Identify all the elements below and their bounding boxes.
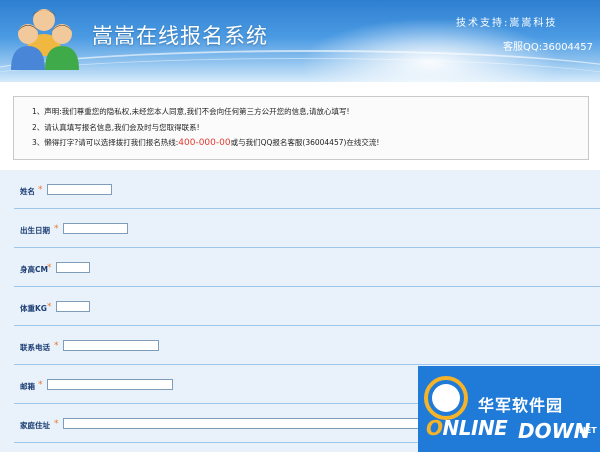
notice-text: 或与我们QQ报名客服(36004457)在线交流! xyxy=(230,138,380,147)
form-row-phone: 联系电话 * xyxy=(0,326,600,365)
watermark-logo: 华军软件园 ONLINE DOWN .NET xyxy=(418,366,600,452)
form-row-weight: 体重KG * xyxy=(0,287,600,326)
field-label: 联系电话 xyxy=(20,343,50,352)
notice-line: 3、懒得打字?请可以选择拨打我们报名热线:400-000-00或与我们QQ报名客… xyxy=(32,137,379,148)
field-label: 出生日期 xyxy=(20,226,50,235)
form-row-birthdate: 出生日期 * xyxy=(0,209,600,248)
page-title: 嵩嵩在线报名系统 xyxy=(92,24,268,48)
watermark-online-text: ONLINE xyxy=(426,416,508,440)
notice-line: 2、请认真填写报名信息,我们会及时与您取得联系! xyxy=(32,123,200,132)
required-star-icon: * xyxy=(38,380,43,390)
required-star-icon: * xyxy=(54,419,59,429)
required-star-icon: * xyxy=(54,341,59,351)
phone-input[interactable] xyxy=(63,340,159,351)
customer-service-qq: 客服QQ:36004457 xyxy=(503,42,594,53)
watermark-net-text: .NET xyxy=(576,426,597,435)
weight-input[interactable] xyxy=(56,301,90,312)
watermark-cn-text: 华军软件园 xyxy=(478,396,564,415)
field-label: 邮箱 xyxy=(20,382,35,391)
required-star-icon: * xyxy=(47,302,52,312)
hotline-number: 400-000-00 xyxy=(178,138,231,148)
required-star-icon: * xyxy=(38,185,43,195)
field-label: 姓名 xyxy=(20,187,35,196)
notice-box: 1、声明:我们尊重您的隐私权,未经您本人同意,我们不会向任何第三方公开您的信息,… xyxy=(13,96,589,160)
height-input[interactable] xyxy=(56,262,90,273)
users-icon xyxy=(11,9,79,70)
form-row-height: 身高CM * xyxy=(0,248,600,287)
header-banner: 嵩嵩在线报名系统 技术支持:嵩嵩科技 客服QQ:36004457 xyxy=(0,0,600,82)
address-input[interactable] xyxy=(63,418,423,429)
required-star-icon: * xyxy=(47,263,52,273)
notice-section: 1、声明:我们尊重您的隐私权,未经您本人同意,我们不会向任何第三方公开您的信息,… xyxy=(0,82,600,170)
field-label: 体重KG xyxy=(20,304,47,313)
field-label: 家庭住址 xyxy=(20,421,50,430)
name-input[interactable] xyxy=(47,184,112,195)
field-label: 身高CM xyxy=(20,265,48,274)
birthdate-input[interactable] xyxy=(63,223,128,234)
form-row-name: 姓名 * xyxy=(0,170,600,209)
logo-ring-inner-icon xyxy=(432,384,460,412)
notice-line: 1、声明:我们尊重您的隐私权,未经您本人同意,我们不会向任何第三方公开您的信息,… xyxy=(32,107,350,116)
notice-text: 3、懒得打字?请可以选择拨打我们报名热线: xyxy=(32,138,179,147)
required-star-icon: * xyxy=(54,224,59,234)
email-input[interactable] xyxy=(47,379,173,390)
tech-support-text: 技术支持:嵩嵩科技 xyxy=(456,18,558,29)
